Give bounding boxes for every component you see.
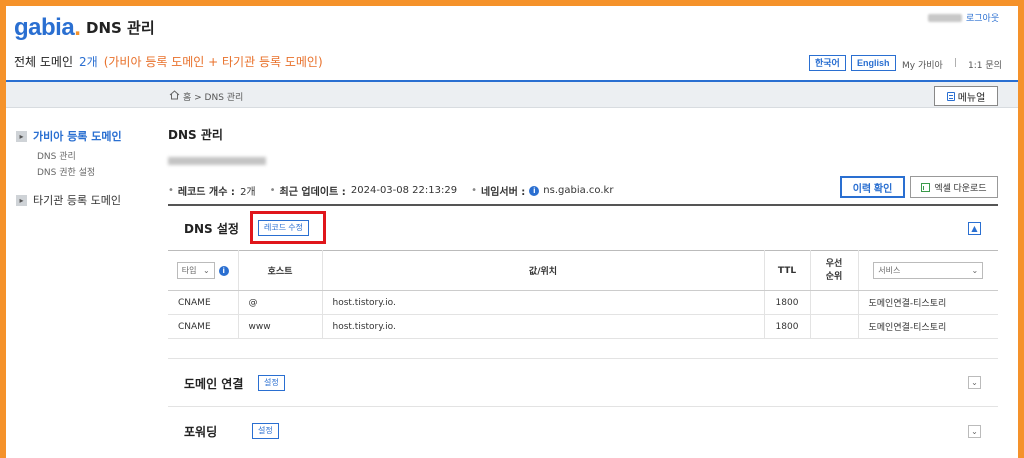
manual-button[interactable]: 메뉴얼 [934,86,998,106]
record-value: host.tistory.io. [322,314,765,339]
sidebar-item-label: 타기관 등록 도메인 [33,194,121,207]
priority-column-header: 우선 순위 [810,250,859,291]
ttl-column-header: TTL [764,250,811,291]
domain-link-settings-button[interactable]: 설정 [258,375,285,391]
record-value: host.tistory.io. [322,290,765,315]
dns-record-table: 타입 ⌄ i 호스트 값/위치 TTL 우선 순위 서비스 ⌄ CNAME @ ho… [168,250,998,339]
excel-download-button[interactable]: 엑셀 다운로드 [910,176,998,198]
forwarding-title: 포워딩 [184,425,218,439]
chevron-right-icon: ▸ [16,130,27,142]
last-update-value: 2024-03-08 22:13:29 [350,185,458,196]
lang-english-button[interactable]: English [851,55,896,71]
all-domain-label: 전체 도메인 [14,55,74,69]
manual-button-label: 메뉴얼 [957,92,986,104]
app-title: DNS 관리 [86,19,155,37]
header-separator: | [954,58,958,68]
section-divider [168,406,998,407]
nameserver-value: ns.gabia.co.kr [543,185,614,196]
domain-link-title: 도메인 연결 [184,377,244,391]
sidebar-subitem-dns-permission[interactable]: DNS 권한 설정 [37,165,95,178]
domain-info-row: • 레코드 개수 : 2개 • 최근 업데이트 : 2024-03-08 22:13… [168,185,614,198]
type-filter-select[interactable]: 타입 ⌄ [176,262,215,279]
record-count-value: 2개 [240,187,256,198]
all-domain-note: (가비아 등록 도메인 + 타기관 등록 도메인) [103,55,323,69]
gabia-logo[interactable]: gabia. [14,14,81,42]
expand-icon[interactable]: ⌄ [968,425,981,438]
chevron-down-icon: ⌄ [971,266,979,275]
record-priority [810,290,859,315]
highlight-box [250,211,326,244]
user-name-blurred [928,14,962,22]
breadcrumb-bar: 홈 > DNS 관리 메뉴얼 [6,82,1018,108]
record-priority [810,314,859,339]
info-icon[interactable]: i [529,185,540,196]
domain-name-blurred [168,157,266,165]
type-column-header: 타입 ⌄ i [168,250,239,291]
sidebar-subitem-dns-management[interactable]: DNS 관리 [37,149,76,162]
sidebar-item-gabia-domains[interactable]: ▸ 가비아 등록 도메인 [16,128,122,144]
collapse-icon[interactable]: ▲ [968,222,981,235]
record-type: CNAME [168,314,239,339]
record-ttl: 1800 [764,314,811,339]
record-ttl: 1800 [764,290,811,315]
record-host: @ [238,290,323,315]
sidebar-item-label: 가비아 등록 도메인 [33,130,122,143]
excel-download-label: 엑셀 다운로드 [934,182,987,193]
table-row: CNAME @ host.tistory.io. 1800 도메인연결-티스토리 [168,290,998,315]
table-row: CNAME www host.tistory.io. 1800 도메인연결-티스… [168,314,998,339]
host-column-header: 호스트 [238,250,323,291]
chevron-right-icon: ▸ [16,194,27,206]
service-filter-select[interactable]: 서비스 ⌄ [873,262,984,279]
lang-korean-button[interactable]: 한국어 [809,55,846,71]
logout-link[interactable]: 로그아웃 [966,11,999,24]
manual-icon [946,91,955,101]
record-service: 도메인연결-티스토리 [858,314,998,339]
dns-settings-title: DNS 설정 [184,222,239,236]
service-column-header: 서비스 ⌄ [858,250,998,291]
excel-icon [921,182,931,192]
chevron-down-icon: ⌄ [203,266,210,275]
record-type: CNAME [168,290,239,315]
page-frame: gabia. DNS 관리 로그아웃 전체 도메인 2개 (가비아 등록 도메인 +… [6,6,1018,458]
all-domain-count[interactable]: 2개 [79,55,98,69]
record-service: 도메인연결-티스토리 [858,290,998,315]
all-domain-summary: 전체 도메인 2개 (가비아 등록 도메인 + 타기관 등록 도메인) [14,53,323,70]
table-header-row: 타입 ⌄ i 호스트 값/위치 TTL 우선 순위 서비스 ⌄ [168,250,998,291]
expand-icon[interactable]: ⌄ [968,376,981,389]
page-title: DNS 관리 [168,128,223,142]
history-button[interactable]: 이력 확인 [840,176,905,198]
my-gabia-link[interactable]: My 가비아 [902,58,943,71]
forwarding-settings-button[interactable]: 설정 [252,423,279,439]
qna-link[interactable]: 1:1 문의 [968,58,1002,71]
sidebar-item-other-domains[interactable]: ▸ 타기관 등록 도메인 [16,192,121,208]
last-update-label: 최근 업데이트 : [279,187,346,198]
breadcrumb: 홈 > DNS 관리 [183,93,244,103]
value-column-header: 값/위치 [322,250,765,291]
record-count-label: 레코드 개수 : [177,187,235,198]
record-host: www [238,314,323,339]
section-divider [168,358,998,359]
home-icon[interactable] [169,90,180,100]
info-icon[interactable]: i [218,265,229,276]
section-divider [168,204,998,206]
nameserver-label: 네임서버 : [481,187,526,198]
